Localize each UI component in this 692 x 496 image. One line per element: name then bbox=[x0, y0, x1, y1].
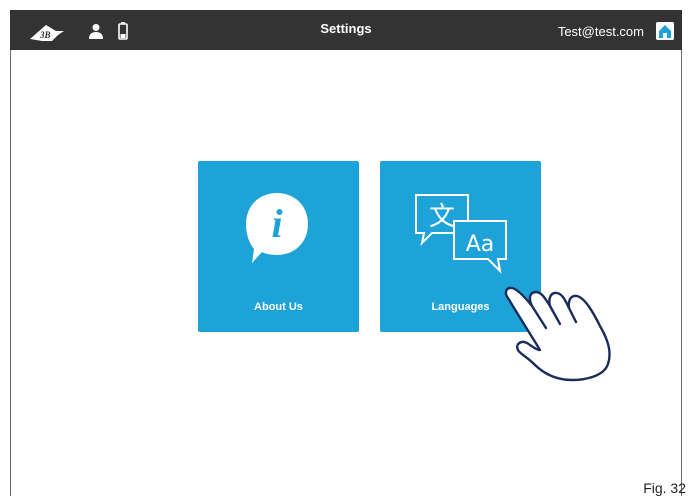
home-icon[interactable] bbox=[656, 22, 674, 40]
account-email: Test@test.com bbox=[557, 24, 644, 39]
svg-text:文: 文 bbox=[429, 202, 455, 232]
svg-text:i: i bbox=[271, 201, 282, 246]
top-bar: 3B Settings Test@test.com bbox=[10, 10, 682, 50]
about-us-tile[interactable]: i About Us bbox=[198, 161, 359, 332]
figure-label: Fig. 32 bbox=[643, 480, 686, 496]
translate-bubbles-icon: 文 Aa bbox=[415, 194, 507, 274]
pointing-hand-icon bbox=[504, 286, 611, 382]
svg-text:Aa: Aa bbox=[466, 232, 495, 257]
about-us-label: About Us bbox=[254, 301, 303, 313]
info-bubble-icon: i bbox=[246, 193, 308, 263]
